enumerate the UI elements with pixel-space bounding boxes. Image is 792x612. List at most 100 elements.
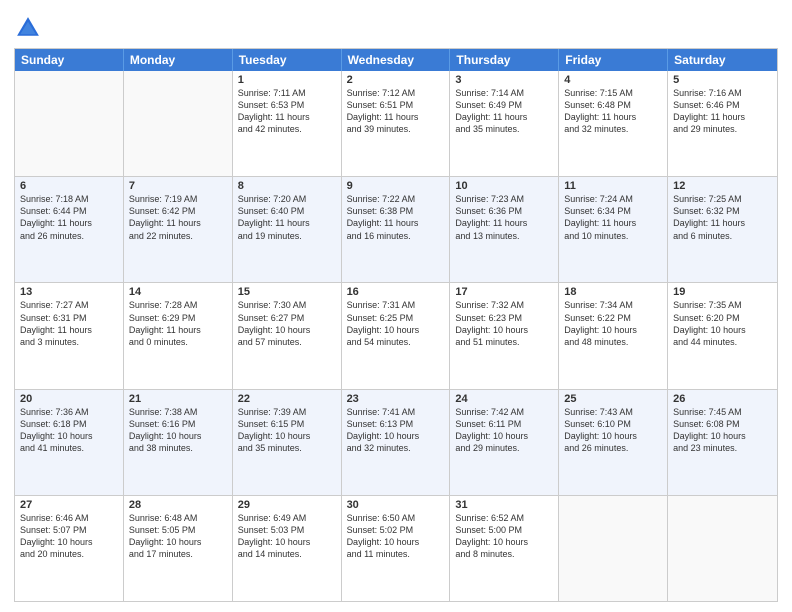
day-number: 12 (673, 180, 772, 192)
calendar-cell: 6Sunrise: 7:18 AM Sunset: 6:44 PM Daylig… (15, 177, 124, 282)
calendar-week-4: 20Sunrise: 7:36 AM Sunset: 6:18 PM Dayli… (15, 389, 777, 495)
cell-info: Sunrise: 7:32 AM Sunset: 6:23 PM Dayligh… (455, 299, 553, 348)
calendar-cell: 3Sunrise: 7:14 AM Sunset: 6:49 PM Daylig… (450, 71, 559, 176)
cell-info: Sunrise: 7:45 AM Sunset: 6:08 PM Dayligh… (673, 406, 772, 455)
day-number: 2 (347, 74, 445, 86)
calendar-header-row: SundayMondayTuesdayWednesdayThursdayFrid… (15, 49, 777, 71)
cell-info: Sunrise: 7:25 AM Sunset: 6:32 PM Dayligh… (673, 193, 772, 242)
calendar-cell: 21Sunrise: 7:38 AM Sunset: 6:16 PM Dayli… (124, 390, 233, 495)
header-cell-wednesday: Wednesday (342, 49, 451, 71)
calendar-cell: 10Sunrise: 7:23 AM Sunset: 6:36 PM Dayli… (450, 177, 559, 282)
cell-info: Sunrise: 7:38 AM Sunset: 6:16 PM Dayligh… (129, 406, 227, 455)
day-number: 21 (129, 393, 227, 405)
calendar-cell (559, 496, 668, 601)
day-number: 16 (347, 286, 445, 298)
cell-info: Sunrise: 7:16 AM Sunset: 6:46 PM Dayligh… (673, 87, 772, 136)
day-number: 5 (673, 74, 772, 86)
calendar-cell: 16Sunrise: 7:31 AM Sunset: 6:25 PM Dayli… (342, 283, 451, 388)
header (14, 10, 778, 42)
calendar-cell: 11Sunrise: 7:24 AM Sunset: 6:34 PM Dayli… (559, 177, 668, 282)
day-number: 8 (238, 180, 336, 192)
day-number: 29 (238, 499, 336, 511)
cell-info: Sunrise: 7:19 AM Sunset: 6:42 PM Dayligh… (129, 193, 227, 242)
day-number: 27 (20, 499, 118, 511)
cell-info: Sunrise: 6:48 AM Sunset: 5:05 PM Dayligh… (129, 512, 227, 561)
cell-info: Sunrise: 7:11 AM Sunset: 6:53 PM Dayligh… (238, 87, 336, 136)
calendar-cell: 2Sunrise: 7:12 AM Sunset: 6:51 PM Daylig… (342, 71, 451, 176)
calendar-cell: 14Sunrise: 7:28 AM Sunset: 6:29 PM Dayli… (124, 283, 233, 388)
day-number: 9 (347, 180, 445, 192)
day-number: 3 (455, 74, 553, 86)
day-number: 18 (564, 286, 662, 298)
cell-info: Sunrise: 7:14 AM Sunset: 6:49 PM Dayligh… (455, 87, 553, 136)
day-number: 11 (564, 180, 662, 192)
cell-info: Sunrise: 7:31 AM Sunset: 6:25 PM Dayligh… (347, 299, 445, 348)
calendar-cell: 8Sunrise: 7:20 AM Sunset: 6:40 PM Daylig… (233, 177, 342, 282)
cell-info: Sunrise: 7:12 AM Sunset: 6:51 PM Dayligh… (347, 87, 445, 136)
day-number: 7 (129, 180, 227, 192)
calendar-cell: 1Sunrise: 7:11 AM Sunset: 6:53 PM Daylig… (233, 71, 342, 176)
cell-info: Sunrise: 7:27 AM Sunset: 6:31 PM Dayligh… (20, 299, 118, 348)
cell-info: Sunrise: 7:24 AM Sunset: 6:34 PM Dayligh… (564, 193, 662, 242)
cell-info: Sunrise: 7:20 AM Sunset: 6:40 PM Dayligh… (238, 193, 336, 242)
cell-info: Sunrise: 7:36 AM Sunset: 6:18 PM Dayligh… (20, 406, 118, 455)
header-cell-thursday: Thursday (450, 49, 559, 71)
day-number: 15 (238, 286, 336, 298)
calendar-week-3: 13Sunrise: 7:27 AM Sunset: 6:31 PM Dayli… (15, 282, 777, 388)
day-number: 14 (129, 286, 227, 298)
day-number: 4 (564, 74, 662, 86)
calendar-cell: 7Sunrise: 7:19 AM Sunset: 6:42 PM Daylig… (124, 177, 233, 282)
cell-info: Sunrise: 7:15 AM Sunset: 6:48 PM Dayligh… (564, 87, 662, 136)
calendar-cell: 28Sunrise: 6:48 AM Sunset: 5:05 PM Dayli… (124, 496, 233, 601)
header-cell-friday: Friday (559, 49, 668, 71)
cell-info: Sunrise: 6:52 AM Sunset: 5:00 PM Dayligh… (455, 512, 553, 561)
day-number: 6 (20, 180, 118, 192)
day-number: 31 (455, 499, 553, 511)
day-number: 23 (347, 393, 445, 405)
logo (14, 14, 46, 42)
cell-info: Sunrise: 7:35 AM Sunset: 6:20 PM Dayligh… (673, 299, 772, 348)
header-cell-monday: Monday (124, 49, 233, 71)
day-number: 20 (20, 393, 118, 405)
calendar: SundayMondayTuesdayWednesdayThursdayFrid… (14, 48, 778, 602)
calendar-cell: 20Sunrise: 7:36 AM Sunset: 6:18 PM Dayli… (15, 390, 124, 495)
calendar-cell: 17Sunrise: 7:32 AM Sunset: 6:23 PM Dayli… (450, 283, 559, 388)
calendar-cell: 13Sunrise: 7:27 AM Sunset: 6:31 PM Dayli… (15, 283, 124, 388)
day-number: 19 (673, 286, 772, 298)
calendar-cell: 18Sunrise: 7:34 AM Sunset: 6:22 PM Dayli… (559, 283, 668, 388)
cell-info: Sunrise: 7:42 AM Sunset: 6:11 PM Dayligh… (455, 406, 553, 455)
cell-info: Sunrise: 7:28 AM Sunset: 6:29 PM Dayligh… (129, 299, 227, 348)
calendar-week-5: 27Sunrise: 6:46 AM Sunset: 5:07 PM Dayli… (15, 495, 777, 601)
calendar-cell: 19Sunrise: 7:35 AM Sunset: 6:20 PM Dayli… (668, 283, 777, 388)
day-number: 1 (238, 74, 336, 86)
calendar-cell: 26Sunrise: 7:45 AM Sunset: 6:08 PM Dayli… (668, 390, 777, 495)
calendar-cell: 30Sunrise: 6:50 AM Sunset: 5:02 PM Dayli… (342, 496, 451, 601)
calendar-cell: 4Sunrise: 7:15 AM Sunset: 6:48 PM Daylig… (559, 71, 668, 176)
calendar-cell (124, 71, 233, 176)
cell-info: Sunrise: 7:23 AM Sunset: 6:36 PM Dayligh… (455, 193, 553, 242)
logo-icon (14, 14, 42, 42)
header-cell-sunday: Sunday (15, 49, 124, 71)
day-number: 22 (238, 393, 336, 405)
calendar-cell (15, 71, 124, 176)
calendar-cell: 23Sunrise: 7:41 AM Sunset: 6:13 PM Dayli… (342, 390, 451, 495)
day-number: 10 (455, 180, 553, 192)
cell-info: Sunrise: 7:22 AM Sunset: 6:38 PM Dayligh… (347, 193, 445, 242)
cell-info: Sunrise: 6:49 AM Sunset: 5:03 PM Dayligh… (238, 512, 336, 561)
day-number: 13 (20, 286, 118, 298)
cell-info: Sunrise: 7:39 AM Sunset: 6:15 PM Dayligh… (238, 406, 336, 455)
header-cell-saturday: Saturday (668, 49, 777, 71)
calendar-cell: 12Sunrise: 7:25 AM Sunset: 6:32 PM Dayli… (668, 177, 777, 282)
cell-info: Sunrise: 7:41 AM Sunset: 6:13 PM Dayligh… (347, 406, 445, 455)
calendar-cell: 25Sunrise: 7:43 AM Sunset: 6:10 PM Dayli… (559, 390, 668, 495)
calendar-cell: 22Sunrise: 7:39 AM Sunset: 6:15 PM Dayli… (233, 390, 342, 495)
day-number: 28 (129, 499, 227, 511)
calendar-cell: 5Sunrise: 7:16 AM Sunset: 6:46 PM Daylig… (668, 71, 777, 176)
calendar-week-2: 6Sunrise: 7:18 AM Sunset: 6:44 PM Daylig… (15, 176, 777, 282)
cell-info: Sunrise: 6:50 AM Sunset: 5:02 PM Dayligh… (347, 512, 445, 561)
calendar-cell: 31Sunrise: 6:52 AM Sunset: 5:00 PM Dayli… (450, 496, 559, 601)
cell-info: Sunrise: 7:30 AM Sunset: 6:27 PM Dayligh… (238, 299, 336, 348)
calendar-cell: 27Sunrise: 6:46 AM Sunset: 5:07 PM Dayli… (15, 496, 124, 601)
page: SundayMondayTuesdayWednesdayThursdayFrid… (0, 0, 792, 612)
calendar-cell: 9Sunrise: 7:22 AM Sunset: 6:38 PM Daylig… (342, 177, 451, 282)
